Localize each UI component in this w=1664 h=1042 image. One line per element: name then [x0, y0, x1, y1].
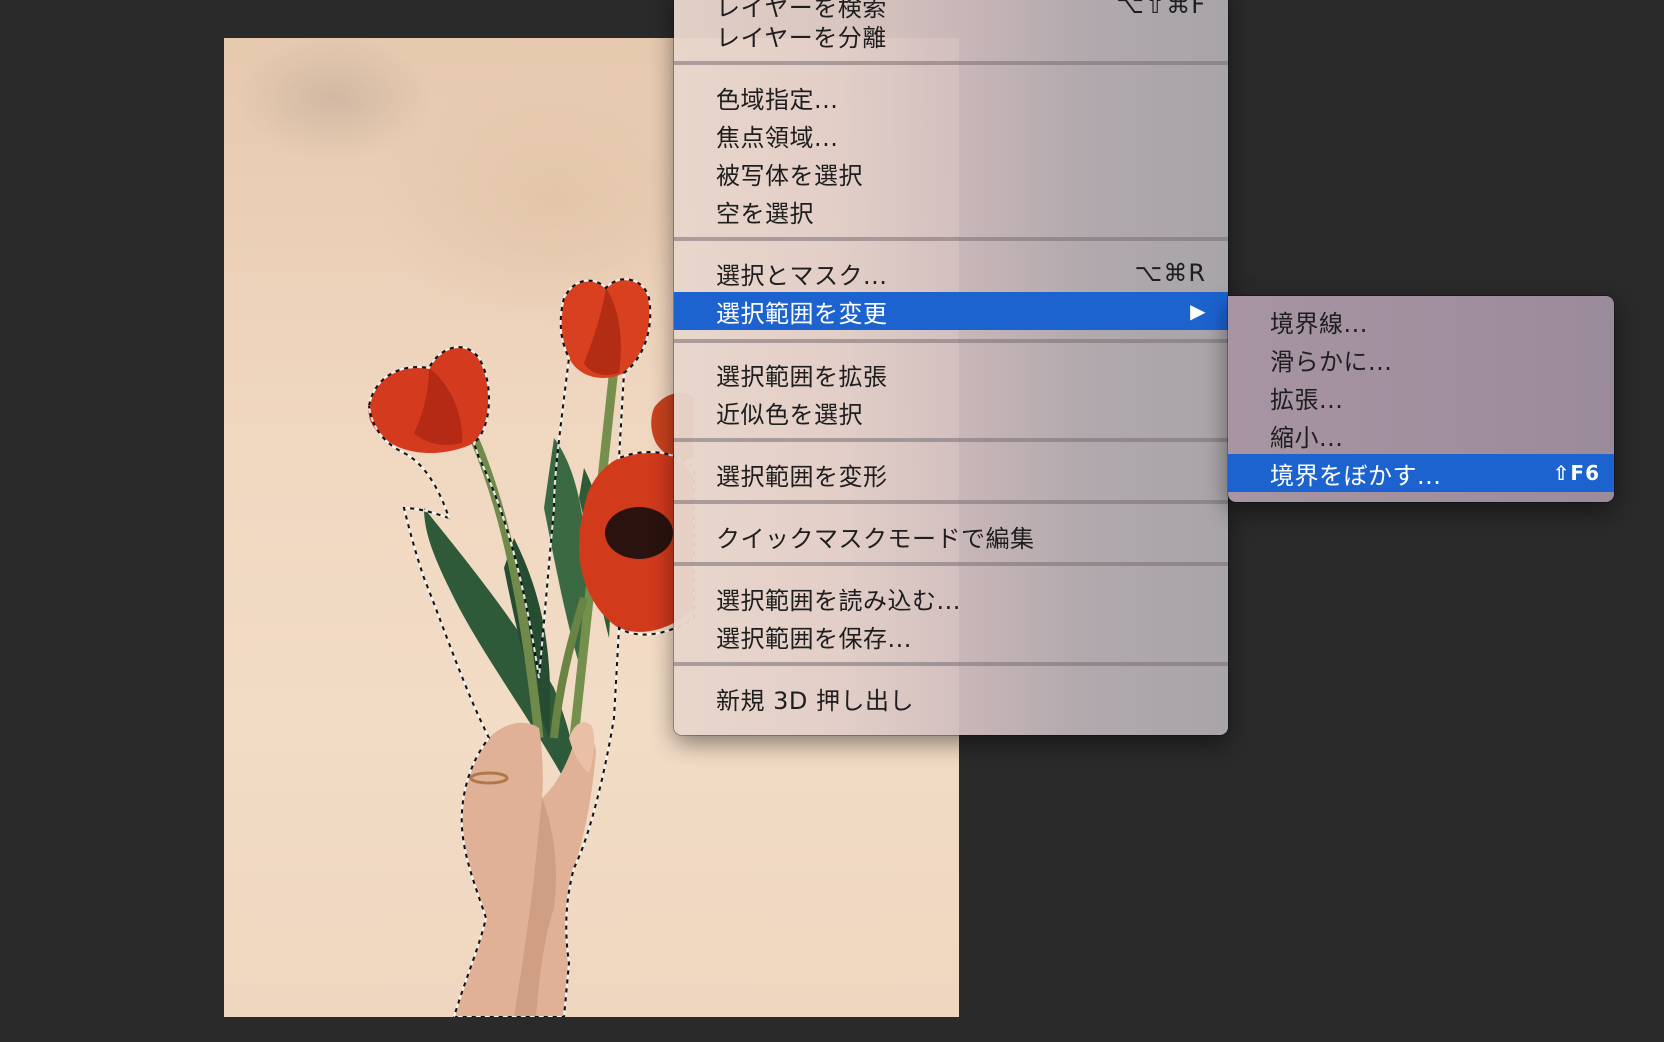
menu-separator — [674, 339, 1228, 343]
menu-item-select-sky[interactable]: 空を選択 — [674, 192, 1228, 230]
submenu-item-expand[interactable]: 拡張... — [1228, 378, 1614, 416]
menu-item-label: 縮小... — [1270, 423, 1344, 452]
menu-item-save-selection[interactable]: 選択範囲を保存... — [674, 617, 1228, 655]
menu-item-new-3d-extrusion[interactable]: 新規 3D 押し出し — [674, 679, 1228, 717]
menu-item-label: 拡張... — [1270, 385, 1344, 414]
menu-separator — [674, 662, 1228, 666]
submenu-item-border[interactable]: 境界線... — [1228, 302, 1614, 340]
menu-item-focus-area[interactable]: 焦点領域... — [674, 116, 1228, 154]
menu-item-shortcut: ⇧F6 — [1552, 461, 1600, 485]
menu-item-label: 色域指定... — [716, 85, 839, 114]
menu-item-label: 近似色を選択 — [716, 400, 863, 429]
menu-separator — [674, 562, 1228, 566]
menu-item-label: 選択範囲を保存... — [716, 624, 912, 653]
modify-submenu: 境界線... 滑らかに... 拡張... 縮小... 境界をぼかす... ⇧F6 — [1228, 296, 1614, 502]
menu-item-similar[interactable]: 近似色を選択 — [674, 393, 1228, 431]
menu-item-quick-mask[interactable]: クイックマスクモードで編集 — [674, 517, 1228, 555]
menu-item-color-range[interactable]: 色域指定... — [674, 78, 1228, 116]
menu-item-modify[interactable]: 選択範囲を変更 ▶ — [674, 292, 1228, 330]
menu-item-label: 選択範囲を変形 — [716, 462, 888, 491]
submenu-item-contract[interactable]: 縮小... — [1228, 416, 1614, 454]
select-menu: レイヤーを検索 ⌥⇧⌘F レイヤーを分離 色域指定... 焦点領域... 被写体… — [674, 0, 1228, 735]
menu-separator — [674, 237, 1228, 241]
menu-item-label: 空を選択 — [716, 199, 814, 228]
menu-item-isolate-layers[interactable]: レイヤーを分離 — [674, 16, 1228, 54]
menu-item-label: 選択範囲を読み込む... — [716, 586, 961, 615]
menu-separator — [674, 61, 1228, 65]
menu-item-label: 境界線... — [1270, 309, 1368, 338]
menu-separator — [674, 500, 1228, 504]
menu-item-label: 選択範囲を拡張 — [716, 362, 888, 391]
menu-item-transform-selection[interactable]: 選択範囲を変形 — [674, 455, 1228, 493]
menu-item-label: 境界をぼかす... — [1270, 461, 1442, 490]
workspace: レイヤーを検索 ⌥⇧⌘F レイヤーを分離 色域指定... 焦点領域... 被写体… — [0, 0, 1664, 1042]
menu-item-load-selection[interactable]: 選択範囲を読み込む... — [674, 579, 1228, 617]
menu-item-label: 選択範囲を変更 — [716, 299, 888, 328]
menu-item-label: 新規 3D 押し出し — [716, 686, 915, 715]
menu-item-label: 滑らかに... — [1270, 347, 1393, 376]
menu-item-label: レイヤーを分離 — [716, 23, 887, 52]
menu-item-label: 被写体を選択 — [716, 161, 863, 190]
submenu-item-feather[interactable]: 境界をぼかす... ⇧F6 — [1228, 454, 1614, 492]
submenu-item-smooth[interactable]: 滑らかに... — [1228, 340, 1614, 378]
menu-separator — [674, 438, 1228, 442]
menu-item-select-and-mask[interactable]: 選択とマスク... ⌥⌘R — [674, 254, 1228, 292]
menu-item-select-subject[interactable]: 被写体を選択 — [674, 154, 1228, 192]
menu-item-label: 焦点領域... — [716, 123, 839, 152]
menu-item-shortcut: ⌥⌘R — [1134, 259, 1206, 287]
menu-item-label: クイックマスクモードで編集 — [716, 524, 1035, 553]
submenu-arrow-icon: ▶ — [1190, 299, 1206, 323]
menu-item-label: 選択とマスク... — [716, 261, 888, 290]
menu-item-grow[interactable]: 選択範囲を拡張 — [674, 355, 1228, 393]
tulip-open-center — [605, 507, 673, 559]
